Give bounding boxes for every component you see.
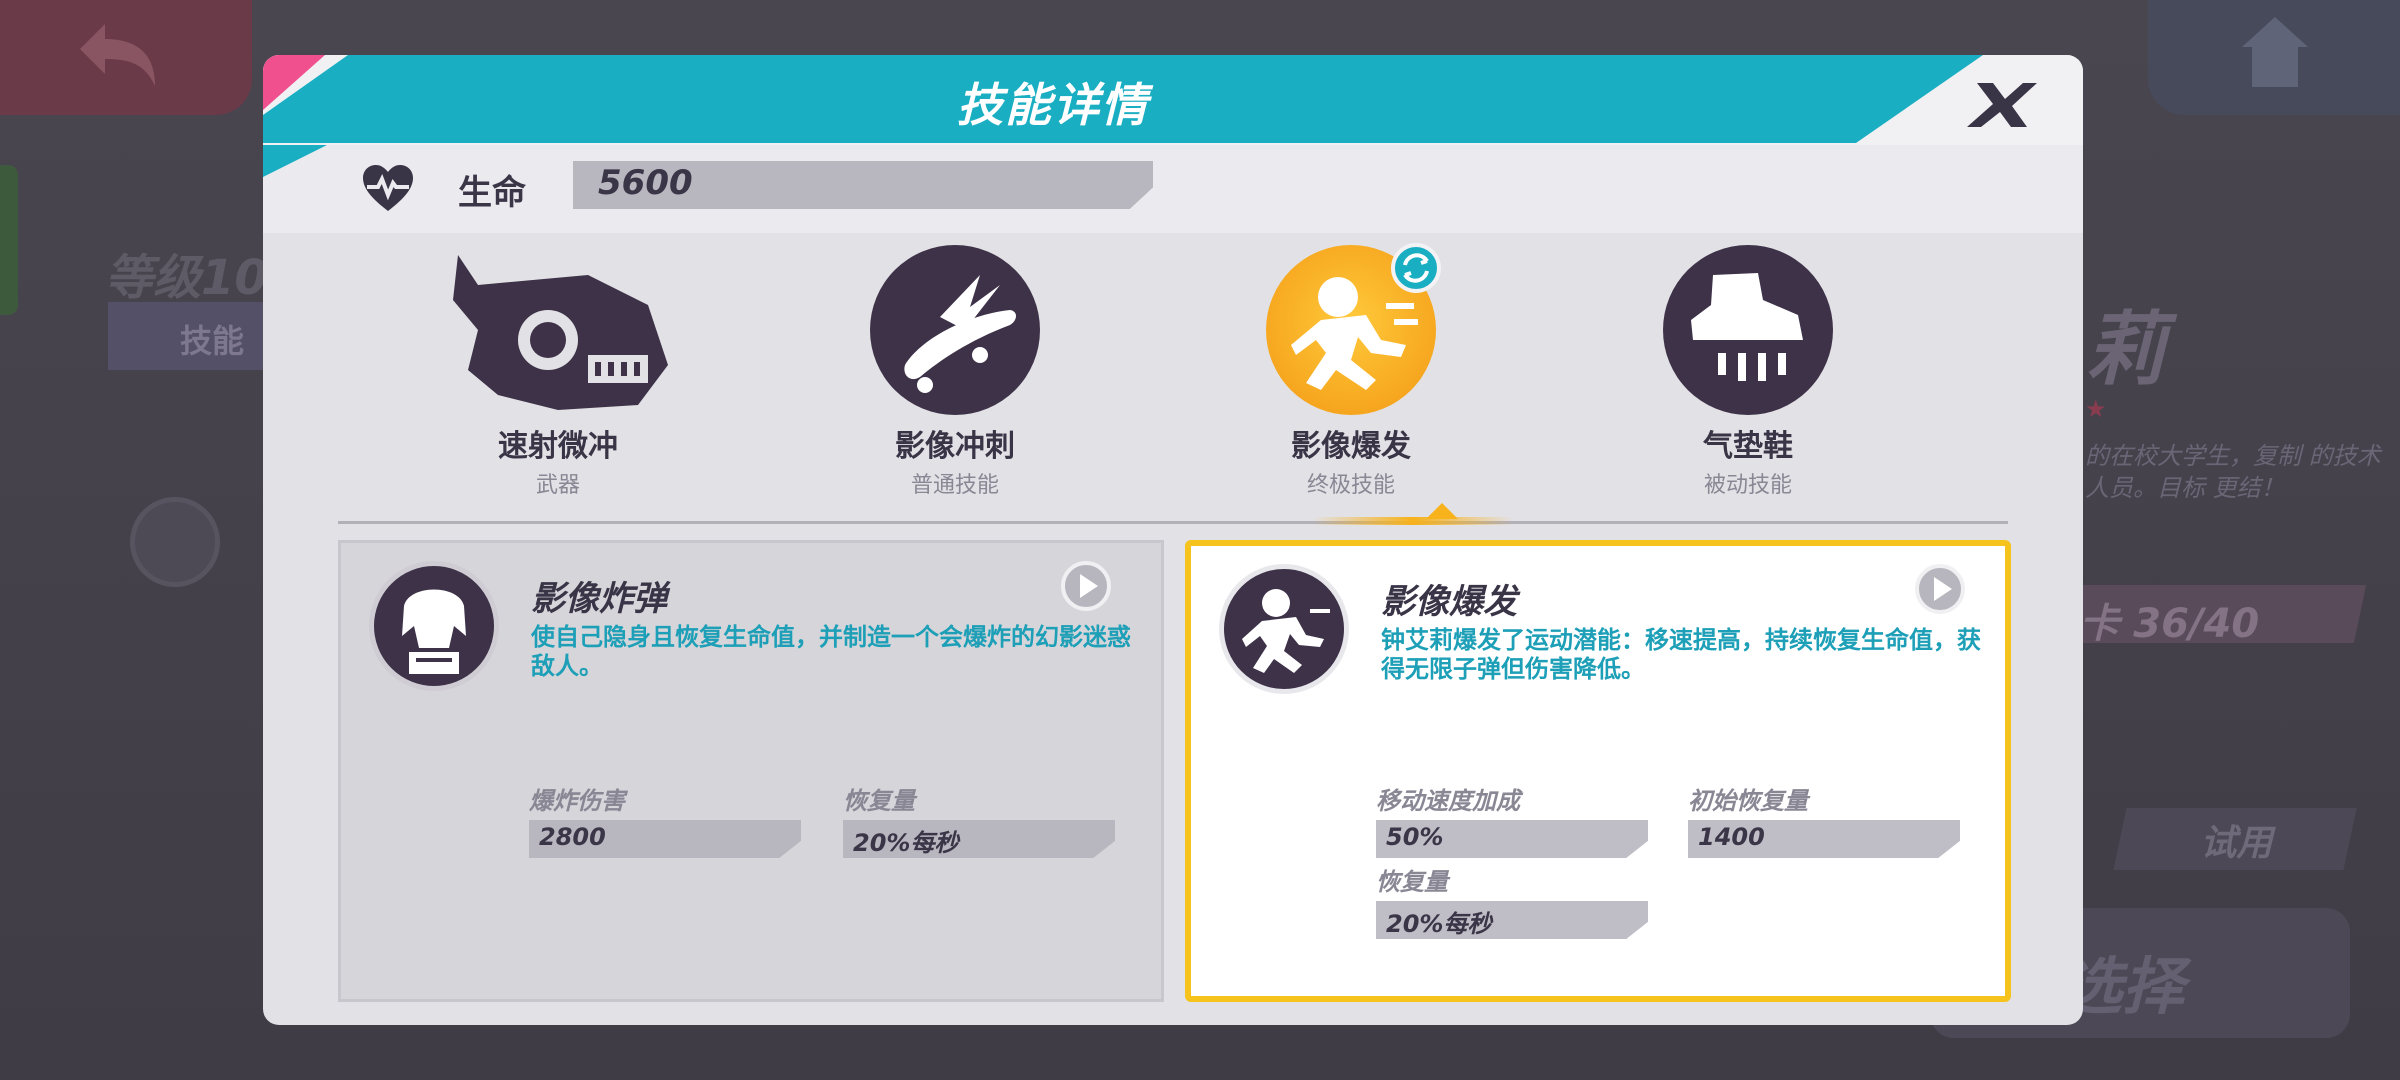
bg-star-rating: ★	[2085, 395, 2107, 423]
stat-label: 恢复量	[843, 787, 915, 815]
active-tab-arrow	[1426, 503, 1458, 519]
stat-heal-rate: 恢复量 20%每秒	[843, 781, 1118, 858]
skill-name: 气垫鞋	[1703, 429, 1793, 464]
bg-count-text: 卡 36/40	[2079, 601, 2260, 647]
hp-row: 生命 5600	[263, 145, 2083, 233]
skill-name: 影像冲刺	[895, 429, 1015, 464]
skill-icon-wrap	[1266, 243, 1441, 415]
bg-try-label: 试用	[2200, 823, 2273, 864]
skill-tab-weapon[interactable]: 速射微冲 武器	[428, 245, 688, 499]
bg-description: 的在校大学生，复制 的技术人员。目标 更结！	[2085, 442, 2381, 502]
stat-value: 20%每秒	[1386, 910, 1492, 938]
skill-type: 普通技能	[910, 473, 999, 498]
play-preview-button[interactable]	[1915, 564, 1965, 614]
close-icon	[1967, 83, 2037, 127]
skill-tab-normal[interactable]: 影像冲刺 普通技能	[825, 245, 1085, 499]
skill-icon-wrap	[870, 245, 1040, 415]
skill-name: 影像爆发	[1291, 429, 1411, 464]
stat-label: 初始恢复量	[1688, 787, 1808, 815]
active-tab-underline	[1313, 517, 1513, 525]
modal-title: 技能详情	[957, 78, 1149, 132]
skill-card-description: 使自己隐身且恢复生命值，并制造一个会爆炸的幻影迷惑敌人。	[531, 623, 1131, 680]
bg-level-text: 等级10	[105, 250, 268, 306]
skill-card-title: 影像爆发	[1381, 582, 1517, 622]
stat-initial-heal: 初始恢复量 1400	[1688, 781, 1963, 858]
running-burst-icon	[1219, 564, 1349, 694]
hp-label: 生命	[458, 173, 526, 213]
skill-tab-ultimate[interactable]: 影像爆发 终极技能	[1221, 243, 1481, 499]
smg-weapon-icon	[453, 245, 668, 415]
home-button[interactable]	[2148, 0, 2400, 115]
back-button[interactable]	[0, 0, 252, 115]
close-button[interactable]	[1963, 77, 2043, 133]
stat-move-speed-bonus: 移动速度加成 50%	[1376, 781, 1651, 858]
skateboard-dash-icon	[870, 245, 1040, 415]
stat-label: 恢复量	[1376, 868, 1448, 896]
home-icon	[2242, 17, 2308, 87]
skill-icon-wrap	[1663, 245, 1833, 415]
stat-heal-rate: 恢复量 20%每秒	[1376, 862, 1651, 939]
bg-try-button[interactable]: 试用	[2113, 808, 2357, 870]
stat-bar: 20%每秒	[1376, 901, 1648, 939]
stat-bar: 50%	[1376, 820, 1648, 858]
bg-avatar	[130, 497, 220, 587]
skill-card-selected[interactable]: 影像爆发 钟艾莉爆发了运动潜能：移速提高，持续恢复生命值，获得无限子弹但伤害降低…	[1185, 540, 2011, 1002]
skill-details-modal: 技能详情 生命 5600 速射微冲 武器 影像冲刺 普通技能 影像爆发 终极技能…	[263, 55, 2083, 1025]
tab-separator	[338, 521, 2008, 524]
stat-label: 移动速度加成	[1376, 787, 1520, 815]
swap-icon[interactable]	[1391, 243, 1441, 293]
stat-explosion-damage: 爆炸伤害 2800	[529, 781, 804, 858]
stat-value: 1400	[1698, 823, 1765, 851]
bg-skill-label: 技能	[180, 322, 245, 360]
skill-type: 武器	[535, 473, 580, 498]
stat-bar: 1400	[1688, 820, 1960, 858]
bg-character-name: 莉	[2085, 303, 2165, 396]
skill-type: 终极技能	[1306, 473, 1395, 498]
play-preview-button[interactable]	[1061, 561, 1111, 611]
hp-value: 5600	[598, 163, 693, 203]
back-arrow-icon	[80, 24, 155, 86]
skill-card-alt[interactable]: 影像炸弹 使自己隐身且恢复生命值，并制造一个会爆炸的幻影迷惑敌人。 爆炸伤害 2…	[338, 540, 1164, 1002]
modal-header: 技能详情	[263, 55, 2083, 145]
hooded-figure-icon	[369, 561, 499, 691]
bg-fragment-count: 卡 36/40	[2053, 585, 2367, 647]
skill-card-description: 钟艾莉爆发了运动潜能：移速提高，持续恢复生命值，获得无限子弹但伤害降低。	[1381, 626, 1981, 683]
heart-pulse-icon	[363, 165, 413, 211]
stat-bar: 20%每秒	[843, 820, 1115, 858]
side-indicator	[0, 165, 18, 315]
stat-value: 50%	[1386, 823, 1444, 851]
stat-value: 20%每秒	[853, 829, 959, 857]
skill-name: 速射微冲	[498, 429, 618, 464]
stat-value: 2800	[539, 823, 606, 851]
stat-bar: 2800	[529, 820, 801, 858]
stat-label: 爆炸伤害	[529, 787, 625, 815]
air-shoe-icon	[1663, 245, 1833, 415]
skill-tab-passive[interactable]: 气垫鞋 被动技能	[1618, 245, 1878, 499]
skill-card-title: 影像炸弹	[531, 579, 667, 619]
skill-type: 被动技能	[1703, 473, 1792, 498]
